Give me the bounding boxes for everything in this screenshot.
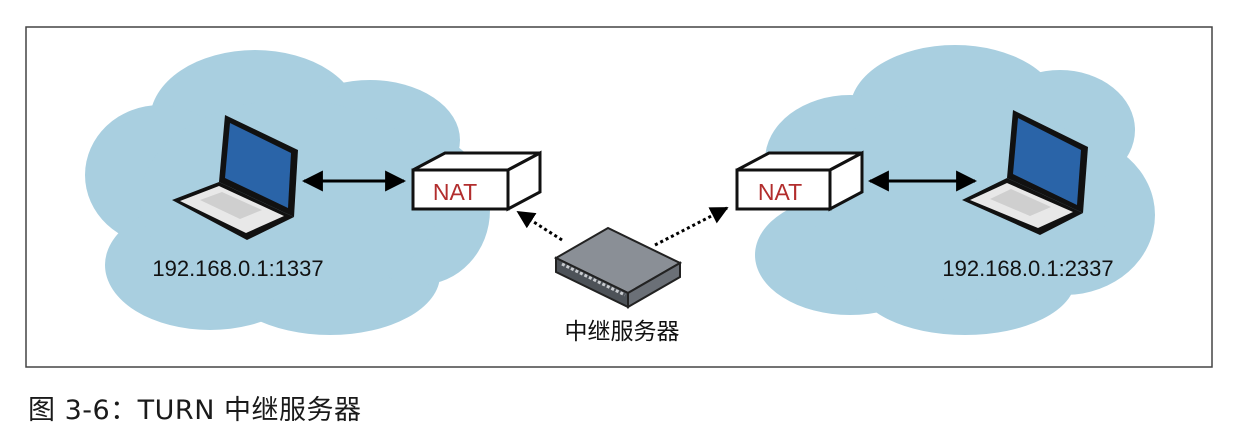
right-client-address: 192.168.0.1:2337 xyxy=(942,256,1113,281)
relay-server-label: 中继服务器 xyxy=(565,319,680,345)
left-client-address: 192.168.0.1:1337 xyxy=(152,256,323,281)
turn-relay-diagram: NAT NAT 192.168.0.1:1337 192.168.0.1:233… xyxy=(25,26,1213,368)
right-nat-box: NAT xyxy=(735,150,864,212)
left-nat-box: NAT xyxy=(411,150,542,212)
right-nat-label: NAT xyxy=(758,179,802,205)
figure-caption: 图 3-6：TURN 中继服务器 xyxy=(28,395,362,426)
left-nat-label: NAT xyxy=(433,179,477,205)
